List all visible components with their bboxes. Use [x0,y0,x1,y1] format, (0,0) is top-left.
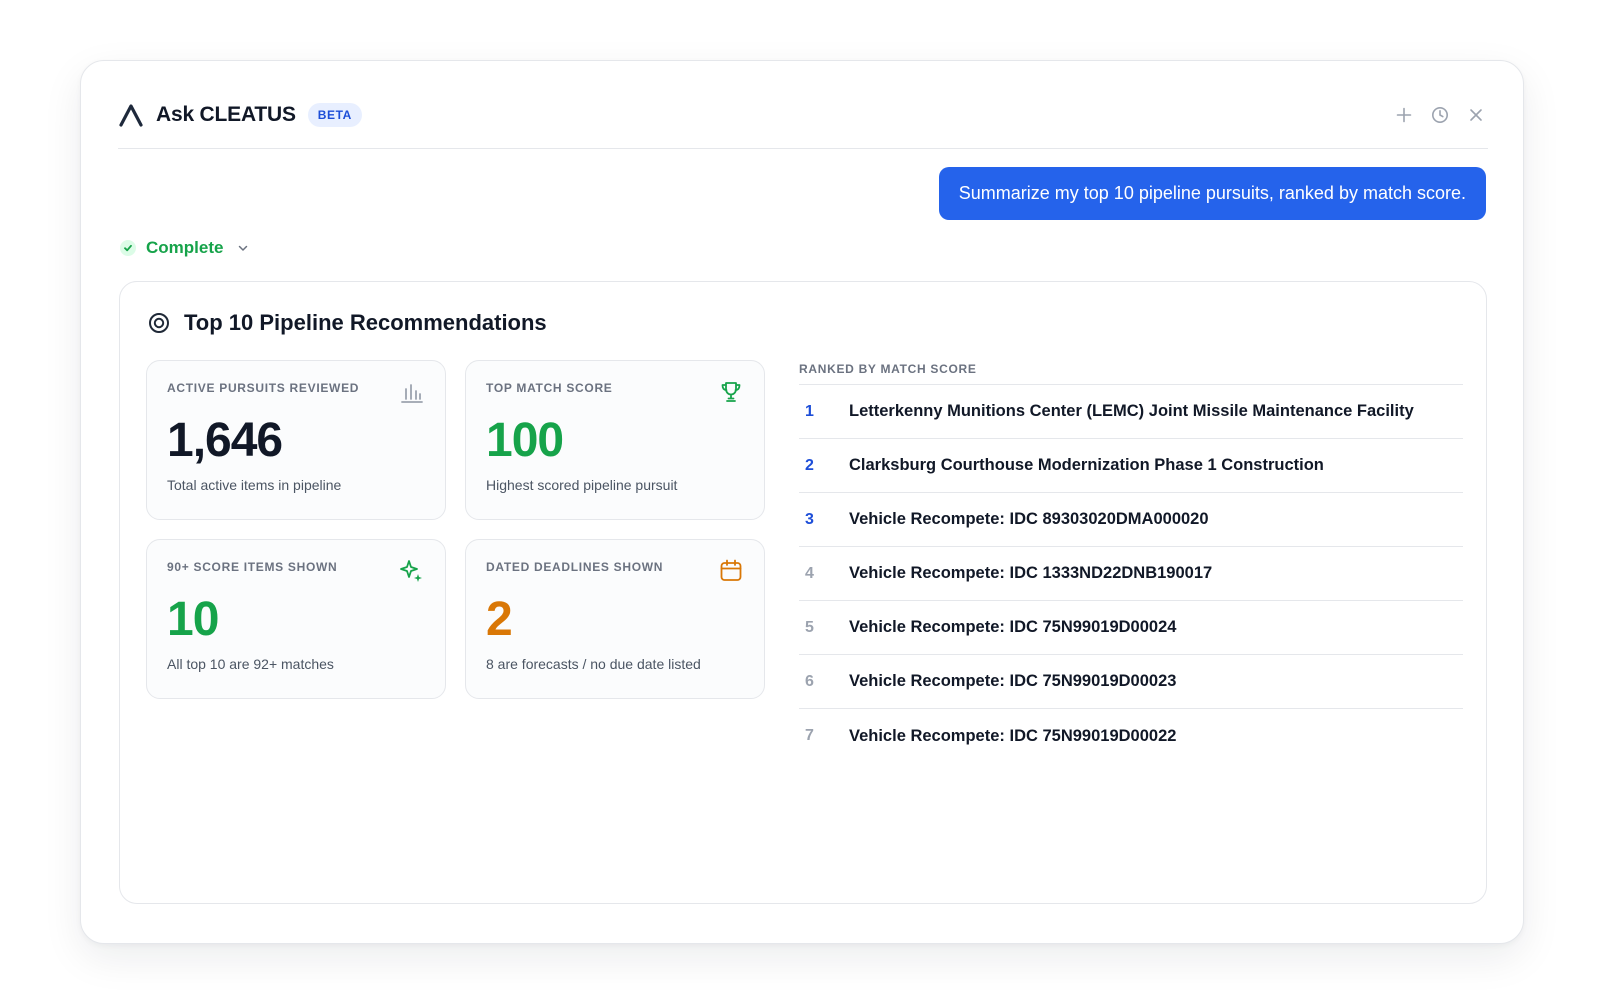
panel-header: Ask CLEATUS BETA [118,81,1488,149]
ranked-list-item[interactable]: 7 Vehicle Recompete: IDC 75N99019D00022 [799,709,1463,763]
history-icon[interactable] [1430,105,1450,125]
rank-title: Vehicle Recompete: IDC 75N99019D00022 [849,726,1177,745]
rank-number: 6 [805,672,814,690]
beta-badge: BETA [307,102,362,127]
bar-chart-icon [399,379,425,405]
stat-caption: Total active items in pipeline [167,477,342,493]
rank-title: Clarksburg Courthouse Modernization Phas… [849,456,1324,474]
header-actions [1394,105,1488,125]
ranked-list-item[interactable]: 6 Vehicle Recompete: IDC 75N99019D00023 [799,655,1463,709]
stat-caption: Highest scored pipeline pursuit [486,477,678,493]
stat-value: 10 [167,593,219,646]
stat-caption: All top 10 are 92+ matches [167,656,334,672]
stat-card-90-plus: 90+ SCORE ITEMS SHOWN 10 All top 10 are … [146,539,446,699]
status-label: Complete [146,238,224,257]
rank-number: 1 [805,402,814,420]
check-icon [120,240,136,256]
ranked-list-item[interactable]: 3 Vehicle Recompete: IDC 89303020DMA00002… [799,493,1463,547]
close-icon[interactable] [1466,105,1486,125]
result-card: Top 10 Pipeline Recommendations ACTIVE P… [119,281,1487,904]
chevron-down-icon [237,242,249,254]
rank-title: Vehicle Recompete: IDC 1333ND22DNB190017 [849,564,1213,582]
stat-value: 2 [486,593,513,646]
rank-title: Vehicle Recompete: IDC 75N99019D00023 [849,672,1177,690]
result-title: Top 10 Pipeline Recommendations [184,310,547,335]
target-icon [148,312,170,334]
rank-title: Vehicle Recompete: IDC 89303020DMA000020 [849,510,1209,528]
stat-label: TOP MATCH SCORE [486,381,613,395]
rank-number: 7 [805,727,814,744]
rank-title: Letterkenny Munitions Center (LEMC) Join… [849,402,1414,420]
ranked-list-item[interactable]: 2 Clarksburg Courthouse Modernization Pha… [799,439,1463,493]
cleatus-logo-icon [118,102,144,128]
stat-label: ACTIVE PURSUITS REVIEWED [167,381,360,395]
stat-card-active-pursuits: ACTIVE PURSUITS REVIEWED 1,646 Total act… [146,360,446,520]
plus-icon[interactable] [1394,105,1414,125]
stat-card-top-match: TOP MATCH SCORE 100 Highest scored pipel… [465,360,765,520]
result-header: Top 10 Pipeline Recommendations [148,310,547,336]
rank-number: 3 [805,510,814,528]
stat-card-dated-deadlines: DATED DEADLINES SHOWN 2 8 are forecasts … [465,539,765,699]
rank-number: 2 [805,456,814,474]
stat-value: 100 [486,414,564,467]
ranked-list-item[interactable]: 4 Vehicle Recompete: IDC 1333ND22DNB19001… [799,547,1463,601]
stat-label: DATED DEADLINES SHOWN [486,560,664,574]
ranked-list-item[interactable]: 1 Letterkenny Munitions Center (LEMC) Joi… [799,385,1463,439]
rank-number: 4 [805,564,814,582]
ranked-list: RANKED BY MATCH SCORE 1 Letterkenny Munit… [799,362,1463,763]
sparkles-icon [399,558,425,584]
trophy-icon [718,379,744,405]
app-title: Ask CLEATUS [156,102,296,126]
stat-label: 90+ SCORE ITEMS SHOWN [167,560,338,574]
user-message-bubble: Summarize my top 10 pipeline pursuits, r… [938,167,1486,220]
stat-value: 1,646 [167,414,283,467]
stat-caption: 8 are forecasts / no due date listed [486,656,701,672]
ranked-list-item[interactable]: 5 Vehicle Recompete: IDC 75N99019D00024 [799,601,1463,655]
rank-number: 5 [805,618,814,636]
calendar-icon [718,558,744,584]
ask-cleatus-panel: Ask CLEATUS BETA Summarize my top 10 pip… [80,60,1524,944]
rank-title: Vehicle Recompete: IDC 75N99019D00024 [849,618,1177,636]
status-toggle[interactable]: Complete [120,238,249,258]
ranked-list-label: RANKED BY MATCH SCORE [799,362,1463,385]
